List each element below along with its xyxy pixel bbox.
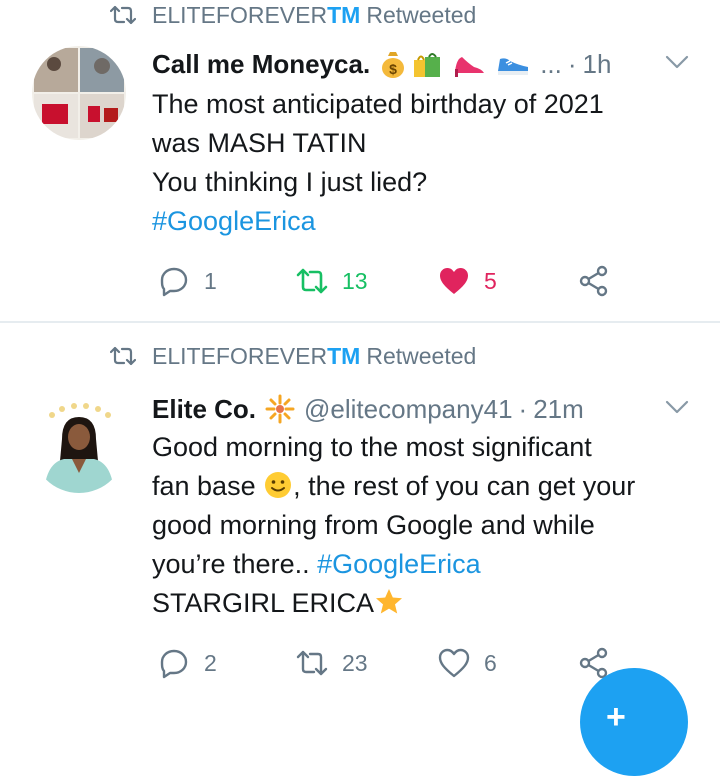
author-handle[interactable]: @elitecompany41 (304, 394, 513, 425)
author-name[interactable]: Call me Moneyca. (152, 49, 370, 80)
tweet-text-line: You thinking I just lied? (152, 167, 428, 197)
reply-count: 2 (204, 649, 217, 676)
retweeted-label: Retweeted (366, 1, 477, 28)
retweet-icon (110, 346, 136, 366)
like-button[interactable]: 6 (438, 643, 497, 683)
reply-button[interactable]: 2 (158, 643, 217, 683)
tweet-text-line: The most anticipated birthday of 2021 (152, 89, 604, 119)
avatar-portrait-image (32, 399, 126, 493)
tweet-text-line: Good morning to the most significant (152, 432, 592, 462)
avatar[interactable] (32, 399, 126, 493)
hashtag-link[interactable]: #GoogleErica (152, 202, 700, 241)
tweet-header: Elite Co. @elitecompany41 · 21m (152, 391, 690, 427)
author-name-emoji (264, 393, 296, 425)
retweeter-name-suffix[interactable]: TM (327, 343, 360, 370)
avatar-collage-image (32, 46, 126, 140)
tweet-header: Call me Moneyca. $ ... · 1h (152, 46, 690, 82)
tweet-actions: 2 23 6 (158, 643, 618, 683)
tweet-text-line: good morning from Google and while (152, 510, 595, 540)
retweeted-by-line: ELITEFOREVER TM Retweeted (110, 0, 476, 30)
retweet-icon (296, 268, 328, 294)
tweet-text: The most anticipated birthday of 2021 wa… (152, 85, 700, 241)
author-name[interactable]: Elite Co. (152, 394, 256, 425)
money-bag-icon: $ (382, 52, 405, 78)
tweet-text-fragment: STARGIRL ERICA (152, 588, 375, 618)
heart-outline-icon (438, 648, 470, 678)
like-button[interactable]: 5 (438, 261, 497, 301)
retweet-button[interactable]: 13 (296, 261, 368, 301)
retweet-count: 13 (342, 267, 368, 294)
share-icon (579, 265, 608, 297)
meta-separator: · (567, 48, 577, 79)
compose-tweet-button[interactable]: + (580, 668, 688, 776)
tweet-actions: 1 13 5 (158, 261, 618, 301)
tweet[interactable]: ELITEFOREVER TM Retweeted Elite Co. @eli… (0, 323, 720, 720)
retweet-button[interactable]: 23 (296, 643, 368, 683)
chevron-down-icon[interactable] (664, 52, 690, 72)
retweet-icon (110, 5, 136, 25)
tweet-text-fragment: you’re there.. (152, 549, 318, 579)
share-icon (579, 647, 608, 679)
compose-plus-icon: + (606, 698, 626, 736)
retweet-icon (296, 650, 328, 676)
chevron-down-icon[interactable] (664, 397, 690, 417)
reply-icon (160, 649, 188, 679)
tweet-text-line: you’re there.. #GoogleErica (152, 545, 700, 584)
retweeted-label: Retweeted (366, 342, 477, 369)
sparkle-burst-icon (265, 394, 295, 424)
author-name-emoji: $ (378, 49, 530, 79)
heart-filled-icon (440, 268, 468, 294)
reply-count: 1 (204, 267, 217, 294)
star-icon (376, 589, 403, 614)
avatar[interactable] (32, 46, 126, 140)
meta-separator: · (518, 393, 528, 424)
tweet-timestamp[interactable]: 21m (533, 394, 584, 425)
sneaker-icon (498, 58, 529, 75)
name-truncation-ellipsis: ... (540, 48, 562, 79)
tweet[interactable]: ELITEFOREVER TM Retweeted Call me Moneyca… (0, 0, 720, 322)
share-button[interactable] (578, 261, 624, 301)
retweeted-by-line: ELITEFOREVER TM Retweeted (110, 341, 476, 371)
like-count: 6 (484, 649, 497, 676)
shopping-bags-icon (414, 53, 441, 77)
high-heel-icon (455, 57, 485, 77)
tweet-text-fragment: fan base (152, 471, 264, 501)
svg-text:$: $ (389, 61, 397, 77)
like-count: 5 (484, 267, 497, 294)
tweet-text-line: was MASH TATIN (152, 128, 367, 158)
smiling-face-icon (265, 472, 292, 498)
reply-button[interactable]: 1 (158, 261, 217, 301)
retweeter-name[interactable]: ELITEFOREVER (152, 2, 327, 29)
tweet-text-fragment: , the rest of you can get your (293, 471, 636, 501)
tweet-text-line: STARGIRL ERICA (152, 584, 700, 623)
retweeter-name[interactable]: ELITEFOREVER (152, 343, 327, 370)
reply-icon (160, 267, 188, 297)
tweet-text-line: fan base , the rest of you can get your (152, 467, 700, 506)
retweet-count: 23 (342, 649, 368, 676)
tweet-timestamp[interactable]: 1h (583, 49, 612, 80)
retweeter-name-suffix[interactable]: TM (327, 2, 360, 29)
tweet-text: Good morning to the most significant fan… (152, 428, 700, 623)
hashtag-link[interactable]: #GoogleErica (317, 549, 481, 579)
